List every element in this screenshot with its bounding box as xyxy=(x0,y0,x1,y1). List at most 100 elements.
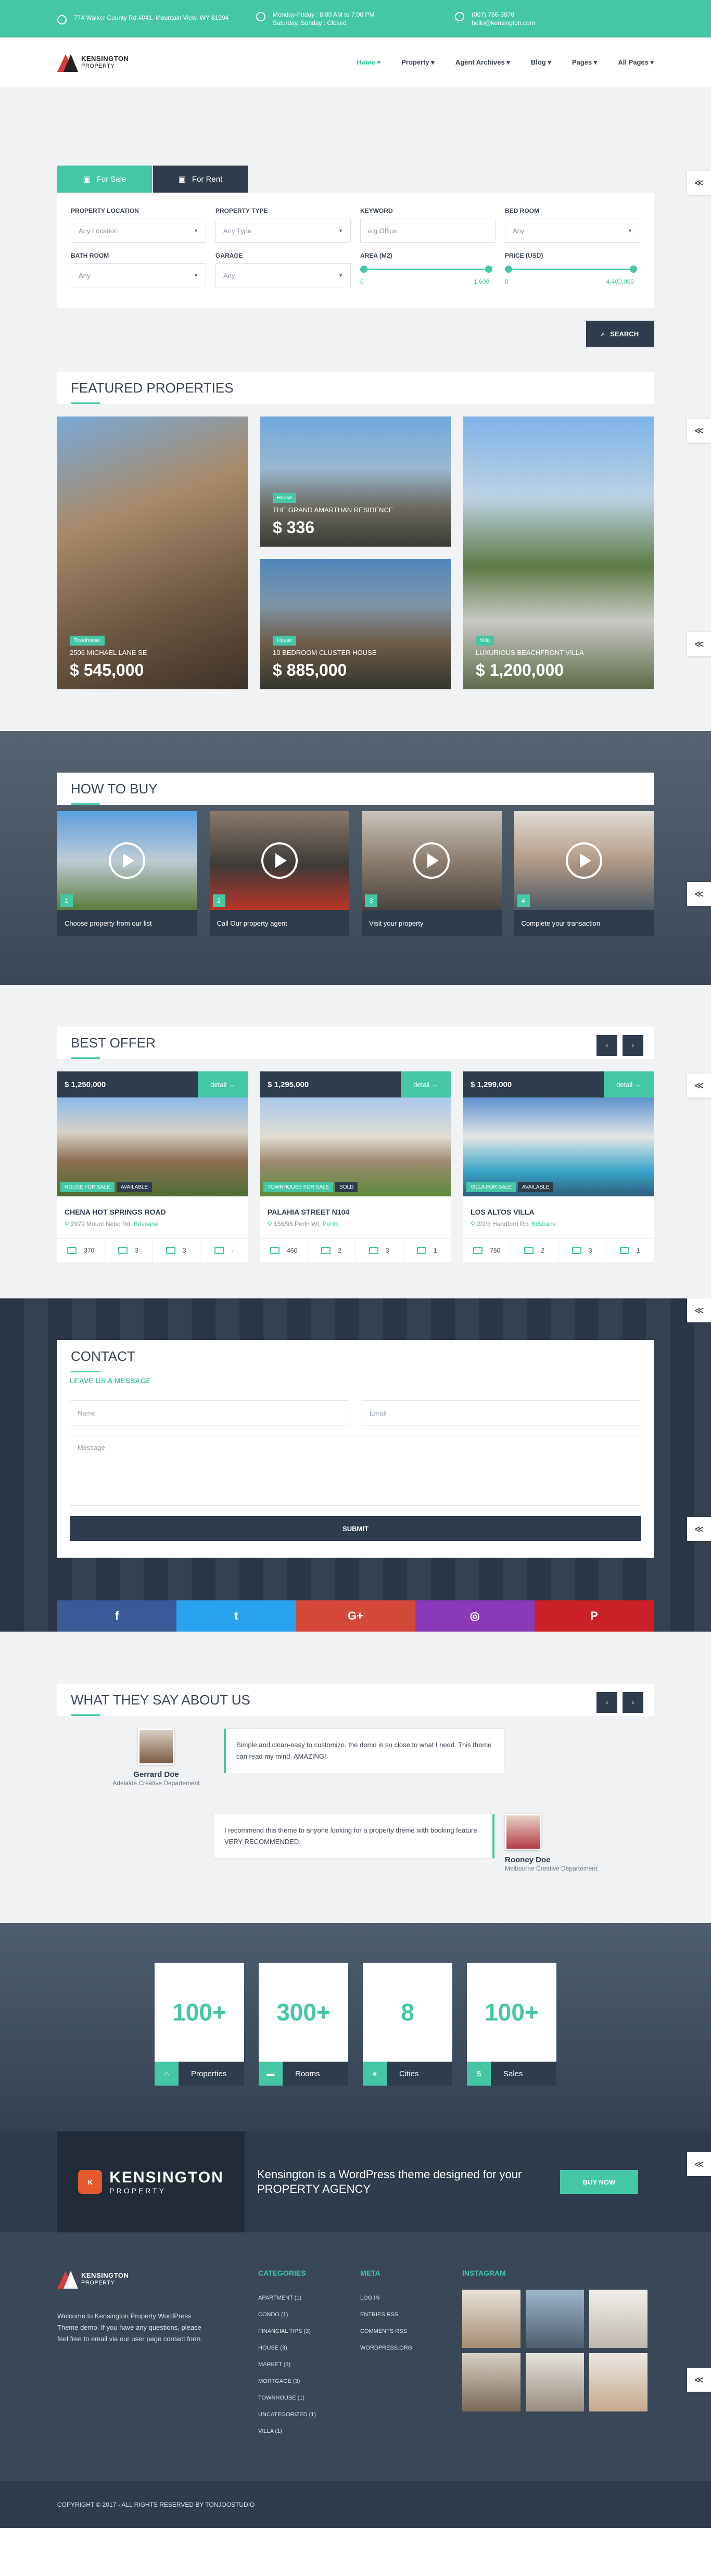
category-link[interactable]: UNCATEGORIZED (1) xyxy=(258,2406,360,2423)
share-icon[interactable]: ≪ xyxy=(687,171,711,195)
testimonials-section: WHAT THEY SAY ABOUT US ‹ › Gerrard Doe Adel… xyxy=(0,1632,711,1923)
offer-card[interactable]: $ 1,250,000 detail → HOUSE FOR SALE AVAILA… xyxy=(57,1071,248,1262)
rent-icon: ▣ xyxy=(178,175,186,184)
instagram-photo[interactable] xyxy=(526,2290,584,2348)
instagram-icon[interactable]: ◎ xyxy=(415,1600,535,1632)
nav-blog[interactable]: Blog ▾ xyxy=(531,58,551,67)
detail-button[interactable]: detail → xyxy=(198,1071,248,1097)
instagram-photo[interactable] xyxy=(462,2290,520,2348)
price-slider[interactable]: 0 4,400,000 xyxy=(505,263,640,287)
detail-button[interactable]: detail → xyxy=(604,1071,654,1097)
offer-card[interactable]: $ 1,295,000 detail → TOWNHOUSE FOR SALE SO… xyxy=(260,1071,451,1262)
step-card[interactable]: 3 Visit your property xyxy=(362,811,502,936)
tab-for-sale[interactable]: ▣ For Sale xyxy=(57,166,152,193)
next-arrow-icon[interactable]: › xyxy=(623,1035,643,1056)
play-icon[interactable] xyxy=(413,842,450,879)
meta-link[interactable]: LOG IN xyxy=(360,2290,462,2306)
nav-home[interactable]: Home ▾ xyxy=(357,58,380,67)
meta-link[interactable]: COMMENTS RSS xyxy=(360,2323,462,2340)
category-link[interactable]: TOWNHOUSE (1) xyxy=(258,2390,360,2406)
nav-agent-archives[interactable]: Agent Archives ▾ xyxy=(455,58,510,67)
keyword-input[interactable]: e.g.Office xyxy=(360,219,496,243)
play-icon[interactable] xyxy=(565,842,602,879)
search-button[interactable]: ⌕ SEARCH xyxy=(586,321,654,347)
step-card[interactable]: 2 Call Our property agent xyxy=(209,811,349,936)
email-input[interactable]: Email xyxy=(362,1400,641,1425)
play-icon[interactable] xyxy=(261,842,298,879)
tab-for-sale-label: For Sale xyxy=(96,174,126,184)
buy-now-button[interactable]: BUY NOW xyxy=(560,2170,638,2194)
share-icon[interactable]: ≪ xyxy=(687,1298,711,1322)
category-link[interactable]: FINANCIAL TIPS (3) xyxy=(258,2323,360,2340)
twitter-icon[interactable]: t xyxy=(176,1600,296,1632)
phone-text[interactable]: (007) 786-3876 xyxy=(472,11,514,18)
next-arrow-icon[interactable]: › xyxy=(623,1692,643,1713)
instagram-photo[interactable] xyxy=(589,2290,647,2348)
featured-card[interactable]: House 10 BEDROOM CLUSTER HOUSE $ 885,000 xyxy=(260,559,451,689)
area-min-handle[interactable] xyxy=(360,266,367,273)
share-icon[interactable]: ≪ xyxy=(687,1074,711,1097)
submit-button[interactable]: SUBMIT xyxy=(70,1516,641,1541)
location-value: Any Location xyxy=(79,226,118,235)
offer-baths: 3 xyxy=(588,1247,592,1254)
google-plus-icon[interactable]: G+ xyxy=(296,1600,415,1632)
type-select[interactable]: Any Type ▼ xyxy=(215,219,351,243)
email-text[interactable]: hello@kensington.com xyxy=(472,19,535,27)
area-max-handle[interactable] xyxy=(485,266,492,273)
instagram-photo[interactable] xyxy=(589,2353,647,2411)
message-textarea[interactable]: Message xyxy=(70,1436,641,1506)
pinterest-icon[interactable]: P xyxy=(534,1600,654,1632)
tab-for-rent[interactable]: ▣ For Rent xyxy=(153,166,248,193)
footer-logo[interactable]: KENSINGTON PROPERTY xyxy=(57,2269,258,2290)
share-icon[interactable]: ≪ xyxy=(687,2368,711,2392)
share-icon[interactable]: ≪ xyxy=(687,2152,711,2176)
share-icon[interactable]: ≪ xyxy=(687,632,711,656)
price-min-handle[interactable] xyxy=(505,266,512,273)
prev-arrow-icon[interactable]: ‹ xyxy=(596,1035,617,1056)
stat-card: 8 ● Cities xyxy=(363,1963,452,2086)
category-link[interactable]: APARTMENT (1) xyxy=(258,2290,360,2306)
featured-card[interactable]: House THE GRAND AMARTHAN RESIDENCE $ 336 xyxy=(260,416,451,547)
meta-link[interactable]: ENTRIES RSS xyxy=(360,2306,462,2323)
facebook-icon[interactable]: f xyxy=(57,1600,177,1632)
instagram-photo[interactable] xyxy=(526,2353,584,2411)
detail-button[interactable]: detail → xyxy=(401,1071,451,1097)
bathroom-select[interactable]: Any ▼ xyxy=(71,263,206,287)
offer-city[interactable]: Brisbane xyxy=(134,1220,158,1228)
offer-city[interactable]: Brisbane xyxy=(531,1220,556,1228)
location-select[interactable]: Any Location ▼ xyxy=(71,219,206,243)
cta-banner: ≪ K KENSINGTON PROPERTY Kensington is a Wo… xyxy=(0,2131,711,2232)
offer-city[interactable]: Perth xyxy=(323,1220,338,1228)
category-link[interactable]: HOUSE (3) xyxy=(258,2340,360,2356)
money-icon: $ xyxy=(467,2062,491,2086)
nav-all-pages[interactable]: All Pages ▾ xyxy=(618,58,654,67)
play-icon[interactable] xyxy=(109,842,146,879)
category-link[interactable]: MORTGAGE (3) xyxy=(258,2373,360,2390)
garage-label: GARAGE xyxy=(215,252,243,259)
featured-card[interactable]: Townhouse 2506 MICHAEL LANE SE $ 545,000 xyxy=(57,416,248,689)
share-icon[interactable]: ≪ xyxy=(687,419,711,443)
instagram-photo[interactable] xyxy=(462,2353,520,2411)
share-icon[interactable]: ≪ xyxy=(687,882,711,906)
category-link[interactable]: MARKET (3) xyxy=(258,2356,360,2373)
nav-pages[interactable]: Pages ▾ xyxy=(572,58,597,67)
share-icon[interactable]: ≪ xyxy=(687,1517,711,1541)
area-slider[interactable]: 0 1,600 xyxy=(360,263,496,287)
featured-card[interactable]: Villa LUXURIOUS BEACHFRONT VILLA $ 1,200,0… xyxy=(463,416,654,689)
type-value: Any Type xyxy=(223,226,251,235)
step-card[interactable]: 1 Choose property from our list xyxy=(57,811,197,936)
category-link[interactable]: CONDO (1) xyxy=(258,2306,360,2323)
step-card[interactable]: 4 Complete your transaction xyxy=(514,811,654,936)
garage-select[interactable]: Any ▼ xyxy=(215,263,351,287)
logo[interactable]: KENSINGTON PROPERTY xyxy=(57,52,129,73)
meta-link[interactable]: WORDPRESS.ORG xyxy=(360,2340,462,2356)
prev-arrow-icon[interactable]: ‹ xyxy=(596,1692,617,1713)
name-input[interactable]: Name xyxy=(70,1400,349,1425)
address-block: 774 Walker County Rd #041, Mountain View… xyxy=(57,14,256,24)
price-max-handle[interactable] xyxy=(630,266,637,273)
category-link[interactable]: VILLA (1) xyxy=(258,2423,360,2440)
nav-property[interactable]: Property ▾ xyxy=(401,58,435,67)
area-icon xyxy=(270,1247,280,1254)
offer-card[interactable]: $ 1,299,000 detail → VILLA FOR SALE AVAILA… xyxy=(463,1071,654,1262)
bedroom-select[interactable]: Any ▼ xyxy=(505,219,640,243)
